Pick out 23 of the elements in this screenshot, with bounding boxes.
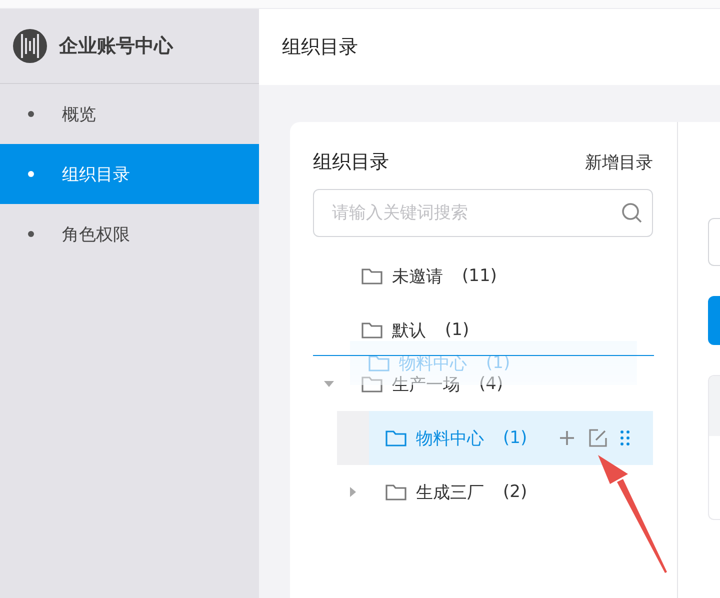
- tree-node[interactable]: 默认 (1): [345, 317, 653, 343]
- brand-title: 企业账号中心: [59, 34, 173, 59]
- edit-icon[interactable]: [588, 428, 608, 448]
- input-field[interactable]: [708, 218, 720, 266]
- folder-icon: [385, 483, 407, 501]
- tree-node[interactable]: 未邀请 (11): [345, 263, 653, 289]
- nav-item[interactable]: 角色权限: [0, 204, 259, 264]
- folder-icon: [361, 321, 383, 339]
- folder-icon: [361, 375, 383, 393]
- folder-icon: [361, 267, 383, 285]
- logo-icon: [13, 29, 47, 63]
- folder-icon: [385, 429, 407, 447]
- folder-icon: [368, 354, 390, 372]
- search-icon[interactable]: [621, 202, 643, 224]
- tree-node[interactable]: 生成三厂 (2): [369, 479, 653, 505]
- nav-item[interactable]: 概览: [0, 84, 259, 144]
- plus-icon[interactable]: [558, 429, 576, 447]
- page-title: 组织目录: [282, 35, 358, 60]
- add-directory-link[interactable]: 新增目录: [585, 150, 653, 174]
- drag-handle-icon[interactable]: [620, 430, 630, 446]
- panel-title: 组织目录: [313, 150, 389, 175]
- search-field[interactable]: 请输入关键词搜索: [313, 189, 653, 237]
- primary-button[interactable]: [708, 296, 720, 345]
